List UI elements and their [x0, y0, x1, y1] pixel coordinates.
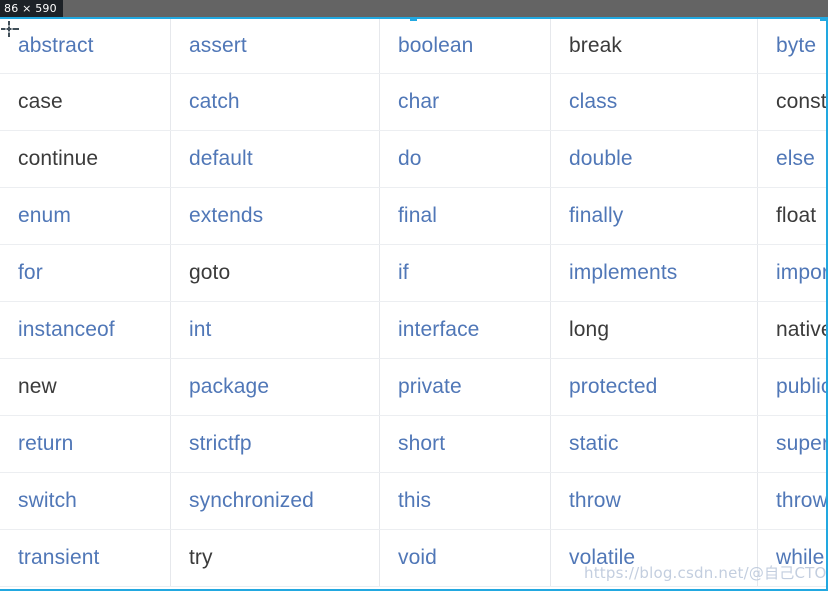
- keyword-cell: while: [757, 529, 828, 587]
- keyword-cell: double: [550, 130, 758, 188]
- keyword-cell: public: [757, 358, 828, 416]
- table-row: continue default do double else: [0, 130, 828, 188]
- table-row: forgotoifimplementsimport: [0, 244, 828, 302]
- keyword-cell: short: [379, 415, 551, 473]
- keyword-cell: continue: [0, 130, 171, 188]
- keyword-cell: long: [550, 301, 758, 359]
- keyword-cell: implements: [550, 244, 758, 302]
- keyword-cell: strictfp: [170, 415, 380, 473]
- keyword-cell: default: [170, 130, 380, 188]
- keyword-cell: enum: [0, 187, 171, 245]
- keyword-cell: goto: [170, 244, 380, 302]
- selection-size-badge: 86 × 590: [0, 0, 63, 17]
- keyword-cell: synchronized: [170, 472, 380, 530]
- keyword-cell: throw: [550, 472, 758, 530]
- keyword-cell: import: [757, 244, 828, 302]
- keyword-cell: volatile: [550, 529, 758, 587]
- keyword-cell: interface: [379, 301, 551, 359]
- keyword-cell: static: [550, 415, 758, 473]
- keyword-cell: class: [550, 73, 758, 131]
- keyword-cell: throws: [757, 472, 828, 530]
- keyword-cell: byte: [757, 19, 828, 74]
- table-row: case catch char class const: [0, 73, 828, 131]
- keyword-cell: instanceof: [0, 301, 171, 359]
- table-row: abstract assert boolean break byte: [0, 19, 828, 74]
- keyword-cell: do: [379, 130, 551, 188]
- keyword-cell: super: [757, 415, 828, 473]
- keyword-cell: break: [550, 19, 758, 74]
- keyword-cell: extends: [170, 187, 380, 245]
- keyword-cell: this: [379, 472, 551, 530]
- table-row: new package private protected public: [0, 358, 828, 416]
- keyword-cell: abstract: [0, 19, 171, 74]
- keyword-cell: float: [757, 187, 828, 245]
- keyword-cell: return: [0, 415, 171, 473]
- table-body: abstract assert boolean break byte case catch c…: [0, 19, 828, 587]
- keyword-cell: void: [379, 529, 551, 587]
- keyword-cell: new: [0, 358, 171, 416]
- keyword-cell: boolean: [379, 19, 551, 74]
- keyword-cell: transient: [0, 529, 171, 587]
- java-keywords-table-container: abstract assert boolean break byte case catch c…: [0, 19, 828, 591]
- keyword-cell: else: [757, 130, 828, 188]
- keyword-cell: for: [0, 244, 171, 302]
- keyword-cell: catch: [170, 73, 380, 131]
- keyword-cell: finally: [550, 187, 758, 245]
- table-row: transient try void volatile while: [0, 529, 828, 587]
- keyword-cell: private: [379, 358, 551, 416]
- keyword-cell: int: [170, 301, 380, 359]
- keyword-cell: if: [379, 244, 551, 302]
- keyword-cell: case: [0, 73, 171, 131]
- keyword-cell: final: [379, 187, 551, 245]
- keyword-cell: assert: [170, 19, 380, 74]
- keyword-cell: const: [757, 73, 828, 131]
- table-row: return strictfp short static super: [0, 415, 828, 473]
- table-row: instanceof int interface long native: [0, 301, 828, 359]
- capture-toolbar: [0, 0, 828, 17]
- keyword-cell: protected: [550, 358, 758, 416]
- keyword-cell: char: [379, 73, 551, 131]
- java-keywords-table: abstract assert boolean break byte case catch c…: [0, 19, 828, 587]
- table-row: switchsynchronizedthisthrowthrows: [0, 472, 828, 530]
- keyword-cell: package: [170, 358, 380, 416]
- table-row: enum extends final finally float: [0, 187, 828, 245]
- keyword-cell: switch: [0, 472, 171, 530]
- keyword-cell: native: [757, 301, 828, 359]
- keyword-cell: try: [170, 529, 380, 587]
